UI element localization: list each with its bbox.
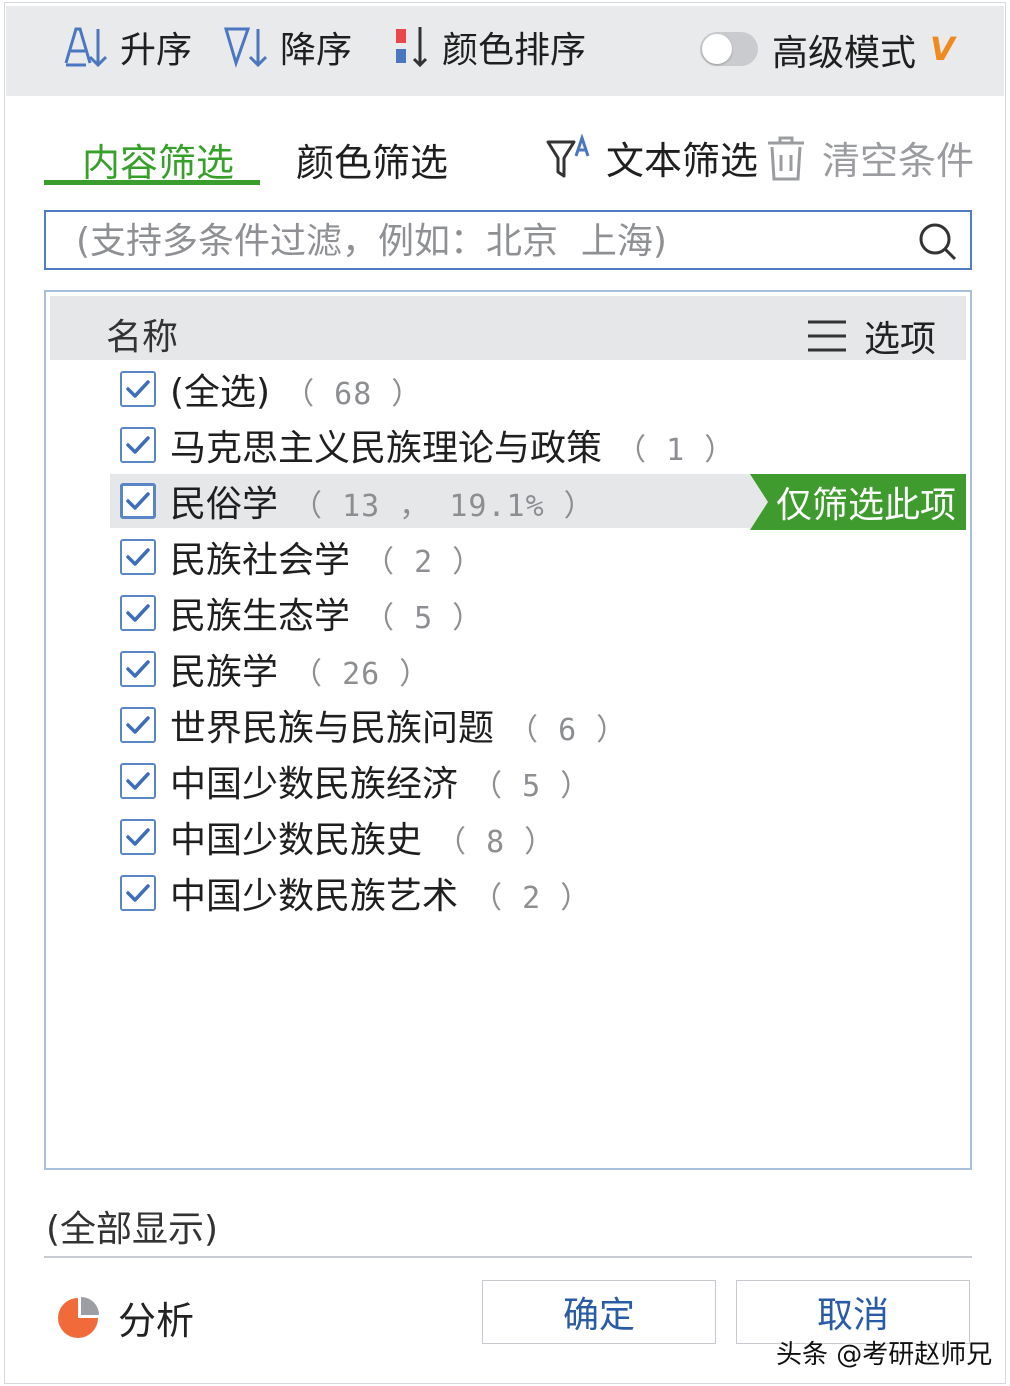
checkmark-icon — [126, 884, 150, 902]
checkbox[interactable] — [120, 539, 156, 575]
list-item-label: 民族生态学 （ 5 ） — [170, 587, 483, 639]
list-item[interactable]: 中国少数民族史 （ 8 ） — [110, 810, 966, 864]
clear-conditions-label: 清空条件 — [822, 139, 975, 183]
list-item-label: 世界民族与民族问题 （ 6 ） — [170, 699, 627, 751]
list-item-label: 中国少数民族经济 （ 5 ） — [170, 755, 591, 807]
sort-ascending-button[interactable]: 升序 — [62, 22, 192, 72]
analyze-button[interactable]: 分析 — [56, 1290, 194, 1345]
list-item[interactable]: 世界民族与民族问题 （ 6 ） — [110, 698, 966, 752]
color-sort-icon — [396, 27, 428, 68]
sort-ascending-icon — [64, 27, 108, 68]
search-input[interactable] — [74, 218, 898, 264]
list-item-name: 中国少数民族艺术 — [170, 876, 459, 917]
list-item-name: 民族社会学 — [170, 540, 351, 581]
checkmark-icon — [126, 492, 150, 510]
list-item[interactable]: 中国少数民族艺术 （ 2 ） — [110, 866, 966, 920]
list-item[interactable]: 民族社会学 （ 2 ） — [110, 530, 966, 584]
list-item-name: 民族生态学 — [170, 596, 351, 637]
checkmark-icon — [126, 716, 150, 734]
checkmark-icon — [126, 380, 150, 398]
text-filter-label: 文本筛选 — [606, 139, 759, 183]
advanced-mode-toggle[interactable] — [700, 32, 758, 66]
filter-only-this-button[interactable]: 仅筛选此项 — [750, 474, 966, 530]
options-menu-button[interactable]: 选项 — [806, 310, 936, 362]
color-sort-label: 颜色排序 — [442, 30, 587, 71]
checkmark-icon — [126, 604, 150, 622]
list-item-name: 中国少数民族史 — [170, 820, 423, 861]
list-item-name: 民族学 — [170, 652, 279, 693]
sort-descending-button[interactable]: 降序 — [222, 22, 352, 72]
list-item-label: 马克思主义民族理论与政策 （ 1 ） — [170, 419, 735, 471]
checkmark-icon — [126, 660, 150, 678]
checkbox[interactable] — [120, 595, 156, 631]
list-item[interactable]: 中国少数民族经济 （ 5 ） — [110, 754, 966, 808]
advanced-mode-label: 高级模式 — [772, 33, 917, 74]
clear-conditions-button[interactable]: 清空条件 — [766, 130, 974, 185]
search-icon[interactable] — [918, 222, 958, 262]
hamburger-menu-icon — [808, 320, 846, 352]
active-tab-indicator — [44, 180, 260, 185]
confirm-button[interactable]: 确定 — [482, 1280, 716, 1344]
list-item-label: 民族社会学 （ 2 ） — [170, 531, 483, 583]
sort-descending-icon — [223, 27, 268, 68]
checkbox[interactable] — [120, 707, 156, 743]
text-filter-funnel-icon — [546, 133, 590, 177]
list-item-name: (全选) — [170, 372, 271, 413]
list-item-count: （ 1 ） — [616, 433, 736, 468]
list-item-count: （ 5 ） — [472, 769, 592, 804]
show-all-link[interactable]: (全部显示) — [46, 1200, 218, 1252]
footer-divider — [44, 1256, 972, 1258]
checkmark-icon — [126, 436, 150, 454]
list-item-label: 中国少数民族艺术 （ 2 ） — [170, 867, 591, 919]
sort-ascending-label: 升序 — [120, 30, 193, 71]
checkbox[interactable] — [120, 483, 156, 519]
analyze-label: 分析 — [118, 1299, 195, 1343]
options-label: 选项 — [864, 319, 937, 360]
list-item-count: （ 2 ） — [364, 545, 484, 580]
list-item[interactable]: 民族生态学 （ 5 ） — [110, 586, 966, 640]
checkbox[interactable] — [120, 371, 156, 407]
checkbox[interactable] — [120, 651, 156, 687]
list-item-count: （ 5 ） — [364, 601, 484, 636]
checkmark-icon — [126, 772, 150, 790]
checkbox[interactable] — [120, 819, 156, 855]
checkmark-icon — [126, 548, 150, 566]
list-item-count: （ 68 ） — [284, 377, 423, 412]
list-item-count: （ 6 ） — [508, 713, 628, 748]
color-sort-button[interactable]: 颜色排序 — [394, 22, 586, 72]
watermark: 头条 @考研赵师兄 — [776, 1340, 993, 1370]
list-item-name: 中国少数民族经济 — [170, 764, 459, 805]
trash-icon — [768, 136, 804, 180]
list-item[interactable]: 民族学 （ 26 ） — [110, 642, 966, 696]
checkmark-icon — [126, 828, 150, 846]
pie-chart-icon — [58, 1296, 99, 1338]
list-item-count: （ 2 ） — [472, 881, 592, 916]
list-item-label: 中国少数民族史 （ 8 ） — [170, 811, 555, 863]
tab-content-filter[interactable]: 内容筛选 — [82, 132, 234, 187]
list-item[interactable]: (全选) （ 68 ） — [110, 362, 966, 416]
list-item-count: （ 13 ， 19.1% ） — [292, 489, 595, 524]
sort-descending-label: 降序 — [280, 30, 353, 71]
search-box — [44, 210, 972, 270]
list-item-name: 民俗学 — [170, 484, 279, 525]
checkbox[interactable] — [120, 875, 156, 911]
checkbox[interactable] — [120, 763, 156, 799]
checkbox[interactable] — [120, 427, 156, 463]
vip-badge-icon: V — [930, 30, 955, 68]
list-item[interactable]: 马克思主义民族理论与政策 （ 1 ） — [110, 418, 966, 472]
list-item-name: 世界民族与民族问题 — [170, 708, 495, 749]
list-item-count: （ 26 ） — [292, 657, 431, 692]
list-item-label: (全选) （ 68 ） — [170, 363, 422, 415]
column-header-name: 名称 — [106, 317, 179, 358]
text-filter-button[interactable]: 文本筛选 — [546, 130, 758, 185]
list-item-label: 民俗学 （ 13 ， 19.1% ） — [170, 475, 595, 527]
toggle-knob — [702, 34, 732, 64]
tab-color-filter[interactable]: 颜色筛选 — [296, 132, 448, 187]
list-item-label: 民族学 （ 26 ） — [170, 643, 430, 695]
list-item-count: （ 8 ） — [436, 825, 556, 860]
list-item-name: 马克思主义民族理论与政策 — [170, 428, 603, 469]
